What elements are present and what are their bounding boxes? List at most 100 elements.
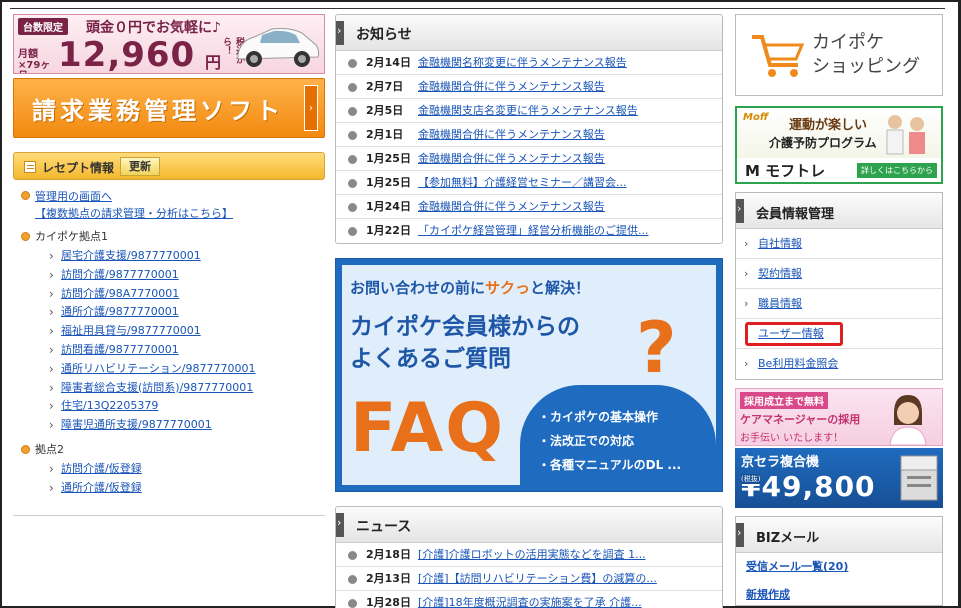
free-tag: 採用成立まで無料 [740,392,828,409]
site-1-list: 居宅介護支援/9877770001 訪問介護/9877770001 訪問介護/9… [49,247,325,435]
fee-inquiry-link[interactable]: Be利用料金照会 [758,349,838,379]
list-item[interactable]: 障害児通所支援/9877770001 [49,416,325,435]
bullet-icon [348,131,357,140]
billing-software-label: 請求業務管理ソフト [32,97,284,125]
news-panel: ニュース 2月18日[介護]介護ロボットの活用実態などを調査 1... 2月13… [335,506,723,608]
billing-software-banner[interactable]: 請求業務管理ソフト › [13,78,325,138]
bullet-icon [21,232,30,241]
contract-info-link[interactable]: 契約情報 [758,259,802,289]
notice-row: 1月24日 金融機関合併に伴うメンテナンス報告 [336,195,722,219]
highlight-box [745,322,843,346]
limited-tag: 台数限定 [18,18,68,35]
receipt-info-title: レセプト情報 [42,161,115,175]
menu-item: › 契約情報 [736,259,942,289]
menu-item: 受信メール一覧(20) [736,553,942,581]
bullet-icon [348,599,357,608]
shopping-label: カイポケ ショッピング [812,32,920,77]
moff-line3: M モフトレ [745,162,826,180]
list-item[interactable]: 訪問看護/9877770001 [49,341,325,360]
member-info-panel: 会員情報管理 › 自社情報 › 契約情報 › 職員情報 ›ユーザー情報 › Be利用料金… [735,192,943,380]
list-item[interactable]: 居宅介護支援/9877770001 [49,247,325,266]
care-manager-banner[interactable]: 採用成立まで無料 ケアマネージャーの採用 お手伝い いたします！ [735,388,943,446]
menu-item: › 職員情報 [736,289,942,319]
notice-row: 2月14日 金融機関名称変更に伴うメンテナンス報告 [336,51,722,75]
moff-line2: 介護予防プログラム [769,136,877,150]
kyocera-price: ¥49,800 [741,470,876,503]
bullet-icon [348,179,357,188]
header-tab-icon [336,21,344,45]
car-lease-banner[interactable]: 台数限定 頭金０円でお気軽に♪ 月額×79ヶ月 12,960 円 税込から！ [13,14,325,74]
list-item[interactable]: 通所介護/仮登録 [49,479,325,498]
menu-item: › Be利用料金照会 [736,349,942,379]
faq-bullets: ・カイポケの基本操作 ・法改正での対応 ・各種マニュアルのDL ... [538,410,682,472]
site-group-label: 拠点2 [35,442,64,456]
list-item[interactable]: 障害者総合支援(訪問系)/9877770001 [49,379,325,398]
notice-row: 2月7日 金融機関合併に伴うメンテナンス報告 [336,75,722,99]
management-screen-link[interactable]: 管理用の画面へ [35,190,112,203]
list-item[interactable]: 通所介護/9877770001 [49,303,325,322]
list-item[interactable]: 住宅/13Q2205379 [49,397,325,416]
bullet-icon [348,107,357,116]
faq-banner[interactable]: お問い合わせの前にサクっと解決！ カイポケ会員様からの よくあるご質問 ? FA… [335,258,723,492]
biz-mail-header: BIZメール [736,517,942,553]
company-info-link[interactable]: 自社情報 [758,229,802,259]
care-line1: ケアマネージャーの採用 [740,413,861,426]
bullet-icon [348,83,357,92]
notice-row: 2月5日 金融機関支店名変更に伴うメンテナンス報告 [336,99,722,123]
compose-link[interactable]: 新規作成 [746,581,790,605]
notice-row: 1月25日 金融機関合併に伴うメンテナンス報告 [336,147,722,171]
chevron-right-icon: › [744,297,749,310]
printer-image [900,455,938,501]
notices-title: お知らせ [356,27,412,43]
menu-item: › 自社情報 [736,229,942,259]
notice-row: 1月25日 【参加無料】介護経営セミナー／講習会... [336,171,722,195]
receipt-info-header: レセプト情報 更新 [13,152,325,180]
faq-line2: よくあるご質問 [350,346,511,372]
chevron-right-icon: › [744,357,749,370]
news-row: 2月13日 [介護]【訪問リハビリテーション費】の減算の... [336,567,722,591]
notices-header: お知らせ [336,15,722,51]
list-item[interactable]: 訪問介護/98A7770001 [49,285,325,304]
kyocera-banner[interactable]: 京セラ複合機 ¥49,800 (税抜) [735,448,943,508]
biz-mail-panel: BIZメール 受信メール一覧(20) 新規作成 [735,516,943,606]
bullet-icon [348,203,357,212]
question-mark-icon: ? [636,307,677,389]
list-item[interactable]: 訪問介護/9877770001 [49,266,325,285]
header-divider [10,8,945,9]
list-item[interactable]: 訪問介護/仮登録 [49,460,325,479]
woman-image [889,395,927,445]
chevron-right-icon: › [304,85,318,131]
update-button[interactable]: 更新 [120,157,160,176]
site-group-label: カイポケ拠点1 [35,230,108,243]
chevron-right-icon: › [744,237,749,250]
moff-banner[interactable]: Moff 運動が楽しい 介護予防プログラム M モフトレ 詳しくはこちらから [735,106,943,184]
kyocera-title: 京セラ複合機 [741,455,820,470]
header-tab-icon [736,199,744,223]
faq-question: お問い合わせの前にサクっと解決！ [350,279,591,297]
bullet-icon [348,227,357,236]
banner-headline: 頭金０円でお気軽に♪ [86,20,221,36]
tax-label: (税抜) [741,474,761,484]
moff-line1: 運動が楽しい [789,118,868,133]
left-column: 台数限定 頭金０円でお気軽に♪ 月額×79ヶ月 12,960 円 税込から！ 請… [13,14,325,498]
staff-info-link[interactable]: 職員情報 [758,289,802,319]
faq-word: FAQ [350,389,506,468]
shopping-banner[interactable]: カイポケ ショッピング [735,14,943,96]
list-item[interactable]: 福祉用具貸与/9877770001 [49,322,325,341]
menu-item: 新規作成 [736,581,942,605]
site-group-2: 拠点2 [21,442,325,458]
shopping-cart-icon [752,35,805,77]
news-title: ニュース [356,519,412,535]
car-image [237,28,320,67]
lease-price: 12,960 [58,35,196,74]
multi-site-link[interactable]: 【複数拠点の請求管理・分析はこちら】 [35,207,233,220]
bullet-icon [21,191,30,200]
list-item[interactable]: 通所リハビリテーション/9877770001 [49,360,325,379]
care-line2: お手伝い いたします！ [740,433,844,444]
bullet-icon [348,155,357,164]
moff-details-button[interactable]: 詳しくはこちらから [857,163,937,178]
site-2-list: 訪問介護/仮登録 通所介護/仮登録 [49,460,325,498]
inbox-link[interactable]: 受信メール一覧(20) [746,553,848,581]
management-root: 管理用の画面へ 【複数拠点の請求管理・分析はこちら】 [21,188,325,222]
header-tab-icon [736,523,744,547]
